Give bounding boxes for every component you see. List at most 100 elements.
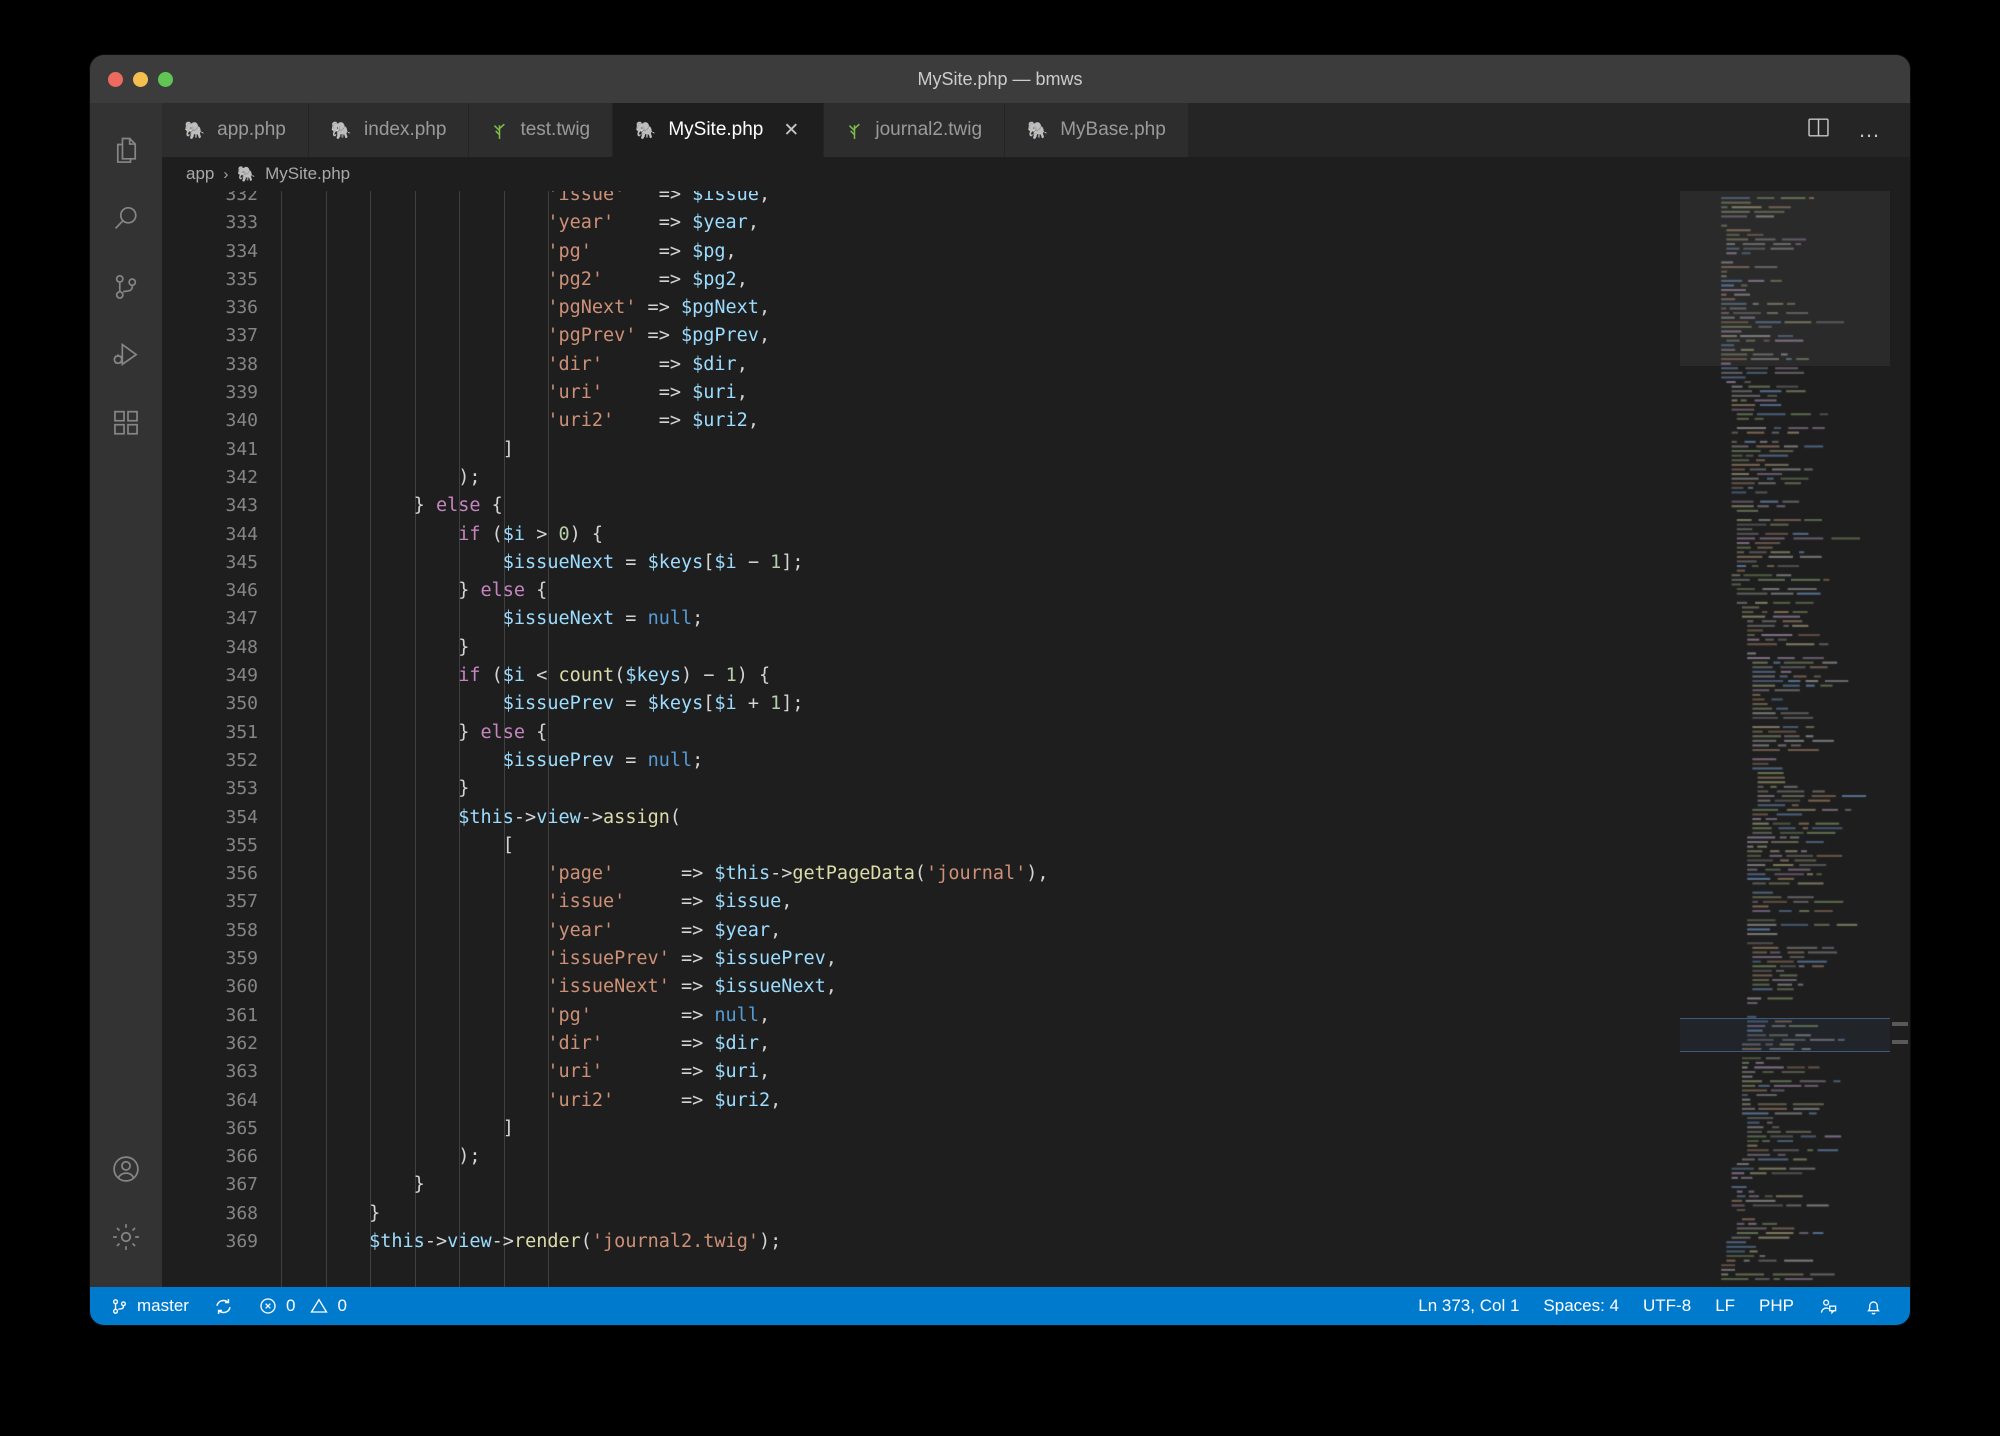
code-line[interactable]: 347 $issueNext = null; xyxy=(162,605,1680,633)
code-line-text: } xyxy=(280,1202,381,1224)
zoom-window-button[interactable] xyxy=(158,71,173,87)
line-number: 341 xyxy=(225,438,258,460)
code-line[interactable]: 357 'issue' => $issue, xyxy=(162,888,1680,916)
code-line[interactable]: 368 } xyxy=(162,1200,1680,1228)
line-number: 367 xyxy=(225,1174,258,1196)
status-problems[interactable]: 0 0 xyxy=(246,1287,359,1325)
code-line[interactable]: 351 } else { xyxy=(162,719,1680,747)
code-line[interactable]: 355 [ xyxy=(162,832,1680,860)
code-line[interactable]: 364 'uri2' => $uri2, xyxy=(162,1087,1680,1115)
tab-app-php[interactable]: 🐘 app.php xyxy=(162,103,309,157)
code-line[interactable]: 361 'pg' => null, xyxy=(162,1002,1680,1030)
tab-mybase-php[interactable]: 🐘 MyBase.php xyxy=(1005,103,1189,157)
code-line[interactable]: 341 ] xyxy=(162,436,1680,464)
code-line-text: 'issueNext' => $issueNext, xyxy=(547,976,837,998)
code-line[interactable]: 359 'issuePrev' => $issuePrev, xyxy=(162,945,1680,973)
code-line[interactable]: 365 ] xyxy=(162,1115,1680,1143)
line-number: 369 xyxy=(225,1230,258,1252)
code-line[interactable]: 334 'pg' => $pg, xyxy=(162,238,1680,266)
tab-mysite-php[interactable]: 🐘 MySite.php ✕ xyxy=(613,103,825,157)
code-line[interactable]: 356 'page' => $this->getPageData('journa… xyxy=(162,860,1680,888)
code-line[interactable]: 369 $this->view->render('journal2.twig')… xyxy=(162,1228,1680,1256)
sidebar-item-run-and-debug[interactable] xyxy=(90,321,162,389)
code-line[interactable]: 363 'uri' => $uri, xyxy=(162,1058,1680,1086)
code-line[interactable]: 362 'dir' => $dir, xyxy=(162,1030,1680,1058)
manage-settings-button[interactable] xyxy=(90,1203,162,1271)
status-branch[interactable]: master xyxy=(98,1287,201,1325)
code-line[interactable]: 346 } else { xyxy=(162,577,1680,605)
code-line-text: 'uri2' => $uri2, xyxy=(547,410,759,432)
code-line-text: 'uri2' => $uri2, xyxy=(547,1089,782,1111)
code-line[interactable]: 332 'issue' => $issue, xyxy=(162,191,1680,209)
status-notifications[interactable] xyxy=(1851,1296,1896,1317)
status-indentation[interactable]: Spaces: 4 xyxy=(1531,1296,1631,1316)
tab-test-twig[interactable]: test.twig xyxy=(469,103,614,157)
more-actions-icon[interactable]: … xyxy=(1858,119,1882,141)
status-eol[interactable]: LF xyxy=(1703,1296,1747,1316)
code-line[interactable]: 343 } else { xyxy=(162,492,1680,520)
code-line[interactable]: 353 } xyxy=(162,775,1680,803)
code-line[interactable]: 333 'year' => $year, xyxy=(162,209,1680,237)
status-live-share[interactable] xyxy=(1806,1296,1851,1317)
breadcrumb-file[interactable]: MySite.php xyxy=(265,164,350,184)
line-number: 344 xyxy=(225,523,258,545)
run-debug-icon xyxy=(109,338,143,372)
code-line[interactable]: 344 if ($i > 0) { xyxy=(162,521,1680,549)
code-line[interactable]: 354 $this->view->assign( xyxy=(162,804,1680,832)
tab-journal2-twig[interactable]: journal2.twig xyxy=(824,103,1006,157)
code-viewport[interactable]: 332 'issue' => $issue, 333 'year' => $yea… xyxy=(162,191,1680,1287)
breadcrumb-folder[interactable]: app xyxy=(186,164,214,184)
status-cursor-position[interactable]: Ln 373, Col 1 xyxy=(1406,1296,1531,1316)
status-encoding[interactable]: UTF-8 xyxy=(1631,1296,1703,1316)
breadcrumb: app › 🐘 MySite.php xyxy=(162,157,1910,191)
code-line[interactable]: 340 'uri2' => $uri2, xyxy=(162,407,1680,435)
code-line[interactable]: 342 ); xyxy=(162,464,1680,492)
line-number: 359 xyxy=(225,948,258,970)
sidebar-item-search[interactable] xyxy=(90,185,162,253)
line-number: 361 xyxy=(225,1004,258,1026)
code-line[interactable]: 366 ); xyxy=(162,1143,1680,1171)
code-line[interactable]: 349 if ($i < count($keys) − 1) { xyxy=(162,662,1680,690)
line-number: 363 xyxy=(225,1061,258,1083)
minimap-slider[interactable] xyxy=(1680,191,1890,366)
status-language-mode[interactable]: PHP xyxy=(1747,1296,1806,1316)
code-line-text: ] xyxy=(280,438,514,460)
traffic-lights xyxy=(108,71,173,87)
line-number: 354 xyxy=(225,806,258,828)
sidebar-item-source-control[interactable] xyxy=(90,253,162,321)
code-line[interactable]: 345 $issueNext = $keys[$i − 1]; xyxy=(162,549,1680,577)
code-line-text: ); xyxy=(280,1146,481,1168)
code-line[interactable]: 352 $issuePrev = null; xyxy=(162,747,1680,775)
code-line-text: 'pg' => $pg, xyxy=(547,240,737,262)
split-editor-icon[interactable] xyxy=(1805,114,1832,146)
minimize-window-button[interactable] xyxy=(133,71,148,87)
editor-actions: … xyxy=(1805,103,1910,157)
code-content[interactable]: 332 'issue' => $issue, 333 'year' => $yea… xyxy=(162,191,1680,1256)
code-line[interactable]: 335 'pg2' => $pg2, xyxy=(162,266,1680,294)
code-line-text: $this->view->assign( xyxy=(458,806,682,828)
line-number: 335 xyxy=(225,268,258,290)
overview-ruler[interactable] xyxy=(1890,191,1910,1287)
code-line[interactable]: 338 'dir' => $dir, xyxy=(162,351,1680,379)
code-line[interactable]: 350 $issuePrev = $keys[$i + 1]; xyxy=(162,690,1680,718)
code-line[interactable]: 339 'uri' => $uri, xyxy=(162,379,1680,407)
status-bar-right: Ln 373, Col 1 Spaces: 4 UTF-8 LF PHP xyxy=(1406,1296,1910,1317)
code-line[interactable]: 337 'pgPrev' => $pgPrev, xyxy=(162,322,1680,350)
minimap-current-region xyxy=(1680,1018,1890,1052)
sidebar-item-explorer[interactable] xyxy=(90,117,162,185)
code-line-text: } xyxy=(280,778,470,800)
accounts-button[interactable] xyxy=(90,1135,162,1203)
code-line[interactable]: 336 'pgNext' => $pgNext, xyxy=(162,294,1680,322)
tab-index-php[interactable]: 🐘 index.php xyxy=(308,103,470,157)
code-line[interactable]: 348 } xyxy=(162,634,1680,662)
status-sync[interactable] xyxy=(201,1287,246,1325)
minimap[interactable] xyxy=(1680,191,1890,1287)
code-line[interactable]: 360 'issueNext' => $issueNext, xyxy=(162,973,1680,1001)
code-line-text: 'pg' => null, xyxy=(547,1004,771,1026)
code-line[interactable]: 358 'year' => $year, xyxy=(162,917,1680,945)
close-window-button[interactable] xyxy=(108,71,123,87)
source-control-icon xyxy=(110,1297,129,1316)
code-line[interactable]: 367 } xyxy=(162,1171,1680,1199)
close-tab-icon[interactable]: ✕ xyxy=(781,121,801,140)
sidebar-item-extensions[interactable] xyxy=(90,389,162,457)
